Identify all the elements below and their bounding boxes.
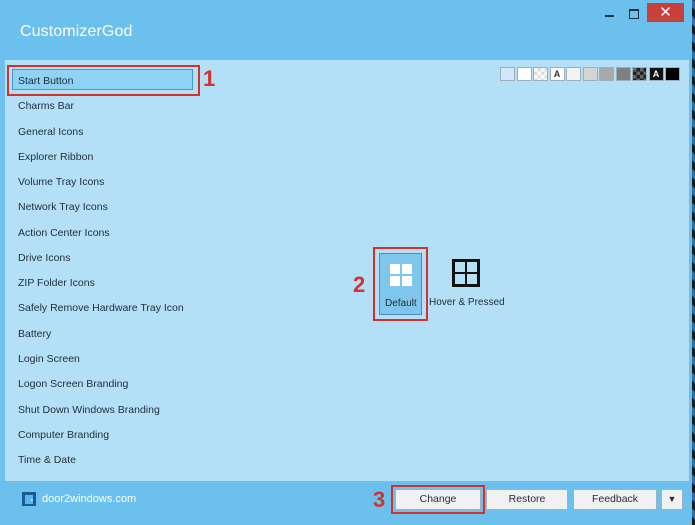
dropdown-arrow-button[interactable]: ▼ <box>661 489 683 510</box>
close-button[interactable]: ✕ <box>647 3 684 22</box>
sidebar-item[interactable]: Drive Icons <box>18 252 71 264</box>
color-swatch[interactable] <box>533 67 548 81</box>
sidebar-item[interactable]: Explorer Ribbon <box>18 151 93 163</box>
annotation-number-1: 1 <box>203 66 216 91</box>
restore-button[interactable]: Restore <box>486 489 568 510</box>
door2windows-logo-icon <box>22 492 36 506</box>
sidebar-item[interactable]: Charms Bar <box>18 100 74 112</box>
content-panel <box>5 60 689 481</box>
window-title: CustomizerGod <box>20 23 133 40</box>
annotation-box-1 <box>7 65 200 96</box>
sidebar-item[interactable]: Battery <box>18 328 51 340</box>
sidebar-item[interactable]: Login Screen <box>18 353 80 365</box>
sidebar-item[interactable]: Action Center Icons <box>18 227 110 239</box>
annotation-number-2: 2 <box>353 272 366 297</box>
site-link[interactable]: door2windows.com <box>42 493 136 505</box>
annotation-box-3 <box>391 485 485 514</box>
color-swatch[interactable] <box>632 67 647 81</box>
maximize-button[interactable] <box>626 6 644 22</box>
sidebar-item[interactable]: Volume Tray Icons <box>18 176 104 188</box>
annotation-box-2 <box>373 247 428 321</box>
windows-logo-dark-icon <box>452 259 480 287</box>
color-swatch[interactable] <box>566 67 581 81</box>
sidebar-item[interactable]: ZIP Folder Icons <box>18 277 95 289</box>
color-swatch[interactable] <box>516 67 532 81</box>
feedback-button[interactable]: Feedback <box>573 489 657 510</box>
color-swatch[interactable]: A <box>648 67 664 81</box>
color-swatch[interactable] <box>582 67 598 81</box>
color-swatch[interactable] <box>665 67 680 81</box>
minimize-button[interactable] <box>601 7 619 21</box>
color-swatch[interactable] <box>615 67 631 81</box>
sidebar-item[interactable]: Computer Branding <box>18 429 109 441</box>
sidebar-item[interactable]: General Icons <box>18 126 83 138</box>
sidebar-item[interactable]: Safely Remove Hardware Tray Icon <box>18 302 184 314</box>
color-swatch[interactable] <box>500 67 515 81</box>
color-swatch[interactable] <box>599 67 614 81</box>
sidebar-item[interactable]: Shut Down Windows Branding <box>18 404 160 416</box>
color-swatch[interactable]: A <box>549 67 565 81</box>
option-hover-label: Hover & Pressed <box>429 297 505 308</box>
option-hover-pressed[interactable]: Hover & Pressed <box>428 253 508 313</box>
annotation-number-3: 3 <box>373 487 386 512</box>
sidebar-item[interactable]: Network Tray Icons <box>18 201 108 213</box>
sidebar-item[interactable]: Time & Date <box>18 454 76 466</box>
sidebar-item[interactable]: Logon Screen Branding <box>18 378 128 390</box>
